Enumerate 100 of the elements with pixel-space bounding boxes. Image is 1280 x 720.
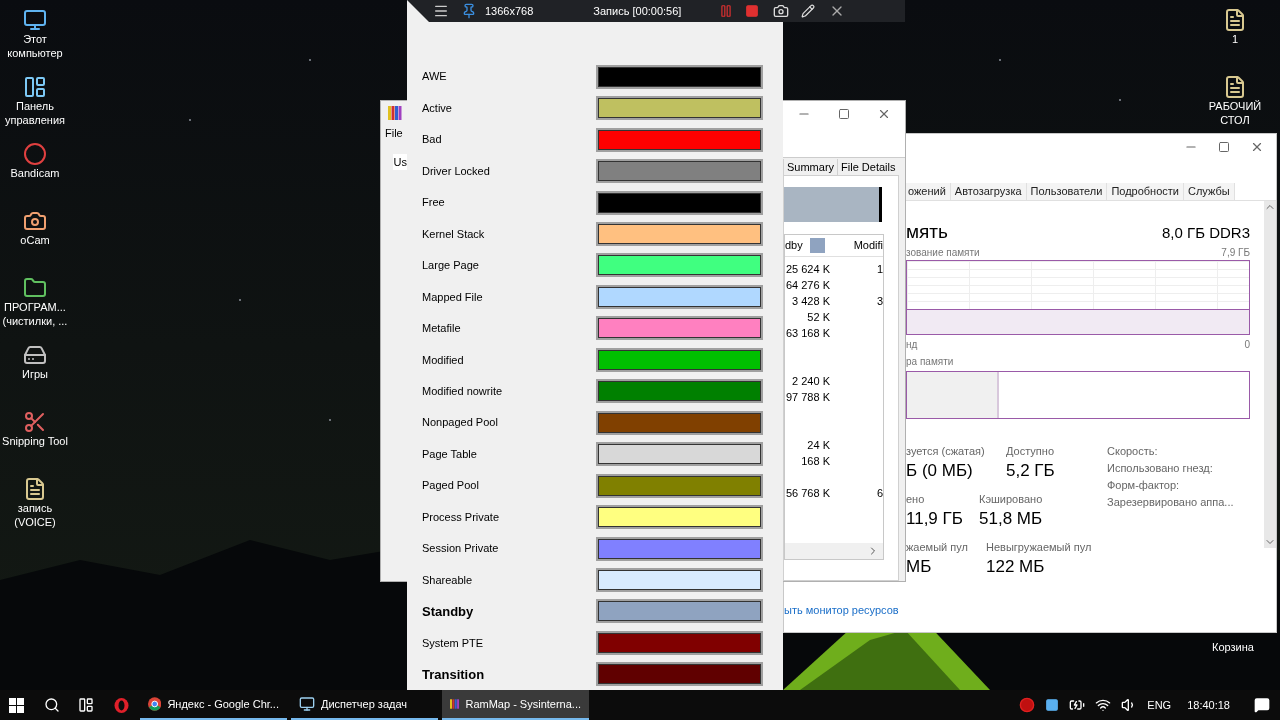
tab[interactable]: ожений [904, 183, 951, 200]
search-icon[interactable] [44, 697, 60, 713]
browser-icon [148, 697, 162, 711]
desktop-icon-label[interactable]: ПРОГРАМ... (чистилки, ... [0, 300, 70, 328]
memory-capacity: 8,0 ГБ DDR3 [1162, 223, 1250, 243]
legend-label: AWE [422, 69, 448, 85]
task-view-icon[interactable] [78, 697, 94, 713]
clock[interactable]: 18:40:18 [1187, 696, 1230, 714]
table-cell: 1 [876, 263, 883, 275]
legend-label: Driver Locked [422, 163, 491, 179]
menu-icon[interactable] [433, 3, 449, 19]
opera-icon[interactable] [114, 697, 129, 713]
legend-label: Page Table [422, 446, 478, 462]
desktop-icon-label[interactable]: Игры [22, 367, 48, 381]
color-swatch[interactable] [596, 316, 763, 341]
table-cell: 2 240 K [792, 375, 830, 387]
desktop-icon-label[interactable]: Корзина [1212, 639, 1254, 656]
color-swatch[interactable] [596, 442, 763, 467]
scissors-icon [23, 410, 47, 434]
legend-label: Modified nowrite [422, 384, 504, 399]
detail-label: Зарезервировано аппа... [1107, 495, 1234, 510]
battery-icon[interactable] [1069, 697, 1086, 713]
tab[interactable]: Автозагрузка [950, 183, 1027, 200]
color-swatch[interactable] [596, 284, 763, 309]
camera-icon [23, 209, 47, 233]
color-swatch[interactable] [596, 96, 763, 121]
color-swatch[interactable] [596, 253, 763, 278]
notifications-icon[interactable] [1254, 697, 1270, 713]
menu-item[interactable]: File [381, 125, 403, 142]
pause-icon[interactable] [719, 4, 734, 18]
legend-label: Shareable [422, 572, 474, 588]
color-swatch[interactable] [596, 630, 763, 655]
color-swatch[interactable] [596, 127, 763, 152]
record-icon [23, 142, 47, 166]
color-swatch[interactable] [596, 410, 763, 435]
detail-label: Скорость: [1107, 444, 1159, 459]
maximize-icon[interactable] [1218, 140, 1230, 153]
tab[interactable]: Подробности [1107, 183, 1184, 200]
color-swatch[interactable] [596, 379, 763, 404]
taskbar-app[interactable]: Диспетчер задач [291, 690, 438, 720]
tray-app-icon[interactable] [1045, 698, 1060, 712]
desktop-icon-label[interactable]: 1 [1231, 32, 1239, 46]
color-swatch[interactable] [596, 567, 763, 592]
recording-status: Запись [00:00:56] [593, 3, 682, 19]
color-swatch[interactable] [596, 473, 763, 498]
color-swatch[interactable] [596, 222, 763, 246]
table-cell: 6 [876, 487, 883, 499]
legend-label: Free [422, 195, 446, 211]
color-swatch[interactable] [596, 159, 763, 184]
language-indicator[interactable]: ENG [1147, 696, 1172, 714]
tab[interactable]: Пользователи [1026, 183, 1108, 200]
colored-bars-icon [450, 697, 460, 711]
file-icon [1223, 8, 1247, 32]
legend-label: Kernel Stack [422, 226, 486, 242]
pencil-icon[interactable] [801, 4, 816, 18]
maximize-icon[interactable] [838, 107, 850, 120]
color-swatch[interactable] [596, 536, 763, 561]
stat-label: Невыгружаемый пул [986, 540, 1092, 555]
table-cell: 64 276 K [785, 279, 830, 291]
taskbar-app[interactable]: RamMap - Sysinterna... [442, 690, 589, 720]
desktop-icon-label[interactable]: oCam [20, 233, 50, 247]
desktop-icon-label[interactable]: запись (VOICE) [0, 501, 70, 529]
desktop-icon-label[interactable]: Панель управления [0, 99, 70, 127]
legend-label: Metafile [422, 321, 462, 337]
desktop-icon-label[interactable]: Bandicam [10, 166, 60, 180]
desktop-icon-label[interactable]: Этот компьютер [0, 32, 70, 60]
stop-icon[interactable] [745, 4, 760, 18]
taskbar-app[interactable]: Яндекс - Google Chr... [140, 690, 287, 720]
legend-label: Standby [422, 602, 475, 621]
computer-icon [23, 8, 47, 32]
detail-label: Форм-фактор: [1107, 478, 1181, 493]
windows-start-icon[interactable] [9, 697, 24, 713]
color-swatch[interactable] [596, 662, 763, 687]
graph-max: 7,9 ГБ [1221, 246, 1250, 260]
color-swatch[interactable] [596, 599, 763, 624]
color-swatch[interactable] [596, 505, 763, 530]
axis-label: нд [906, 338, 918, 352]
pin-icon[interactable] [461, 3, 477, 19]
tab[interactable]: Службы [1184, 183, 1235, 200]
desktop-icon-label[interactable]: РАБОЧИЙ СТОЛ [1200, 99, 1270, 127]
axis-label: 0 [1244, 338, 1250, 352]
color-swatch[interactable] [596, 190, 763, 215]
graph-label: зование памяти [906, 246, 980, 260]
record-icon[interactable] [1019, 697, 1036, 713]
wifi-icon[interactable] [1095, 697, 1112, 713]
tab[interactable]: Us [392, 153, 408, 170]
column-header[interactable]: Modifi [853, 237, 883, 254]
color-swatch[interactable] [596, 64, 763, 89]
color-swatch[interactable] [596, 347, 763, 372]
stat-value: МБ [906, 555, 933, 578]
desktop-icon-label[interactable]: Snipping Tool [2, 434, 68, 448]
resource-monitor-link[interactable]: ыть монитор ресурсов [784, 601, 899, 619]
table-cell: 3 [876, 295, 883, 307]
legend-label: Mapped File [422, 289, 484, 305]
drive-icon [23, 343, 47, 367]
stat-value: 5,2 ГБ [1006, 459, 1055, 482]
folder-icon [23, 276, 47, 300]
column-header[interactable]: dby [785, 237, 810, 254]
camera-icon[interactable] [773, 3, 790, 19]
stat-value: 11,9 ГБ [906, 507, 964, 530]
